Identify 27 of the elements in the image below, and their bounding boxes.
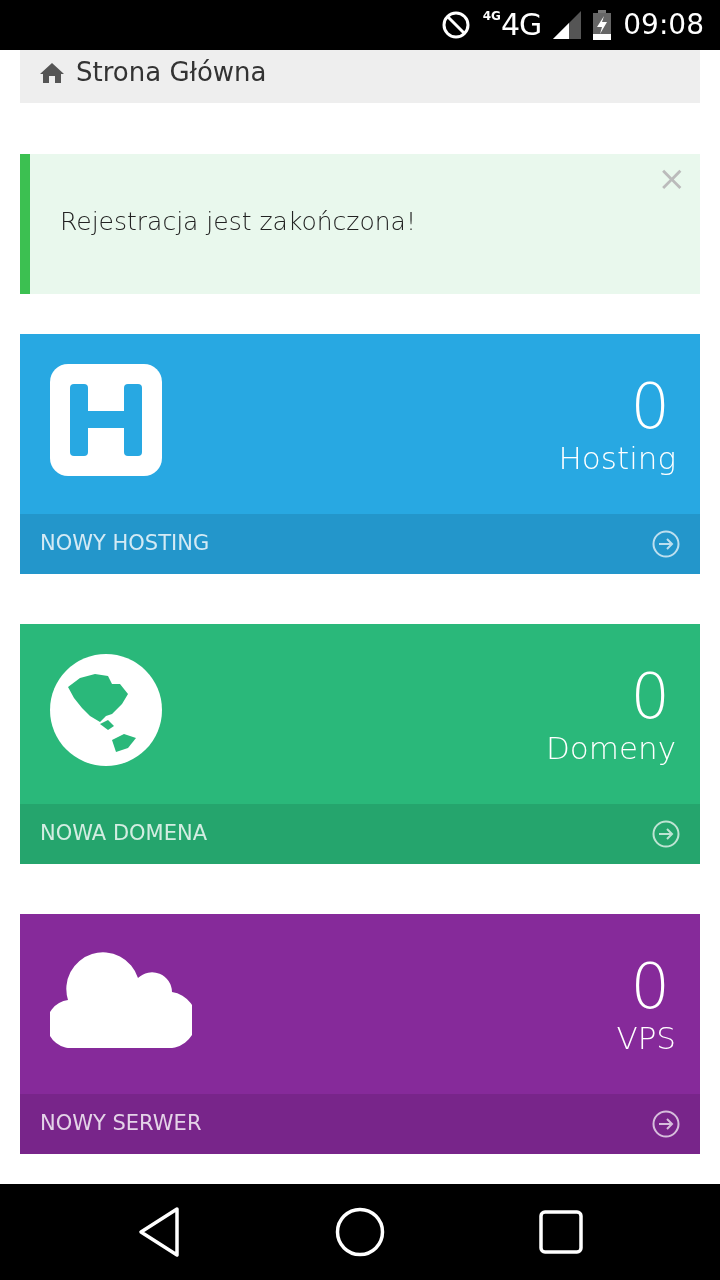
arrow-circle-icon (652, 1110, 680, 1138)
alert-message: Rejestracja jest zakończona! (60, 206, 416, 239)
back-icon[interactable] (137, 1206, 181, 1258)
battery-charging-icon (593, 10, 612, 40)
signal-icon (553, 11, 582, 39)
card-label: Hosting (558, 439, 676, 478)
count-value: 0 (630, 376, 670, 438)
card-footer-link[interactable]: NOWA DOMENA (20, 804, 700, 864)
card-footer-link[interactable]: NOWY SERWER (20, 1094, 700, 1154)
card-label: VPS (616, 1019, 676, 1058)
blocked-icon (440, 10, 471, 40)
home-circle-icon[interactable] (335, 1207, 385, 1257)
card-footer-link[interactable]: NOWY HOSTING (20, 514, 700, 574)
home-icon (40, 62, 64, 83)
recents-icon[interactable] (539, 1210, 583, 1254)
close-button[interactable]: × (657, 158, 686, 198)
count-value: 0 (630, 956, 670, 1018)
breadcrumb-link[interactable]: Strona Główna (76, 53, 267, 92)
arrow-circle-icon (652, 820, 680, 848)
h-logo-icon (50, 364, 162, 476)
count-value: 0 (630, 666, 670, 728)
clock: 09:08 (623, 7, 704, 43)
globe-icon (50, 654, 162, 766)
card-label: Domeny (545, 729, 676, 768)
arrow-circle-icon (652, 530, 680, 558)
network-label: 4G (500, 9, 542, 41)
network-label: 4G (482, 9, 501, 23)
